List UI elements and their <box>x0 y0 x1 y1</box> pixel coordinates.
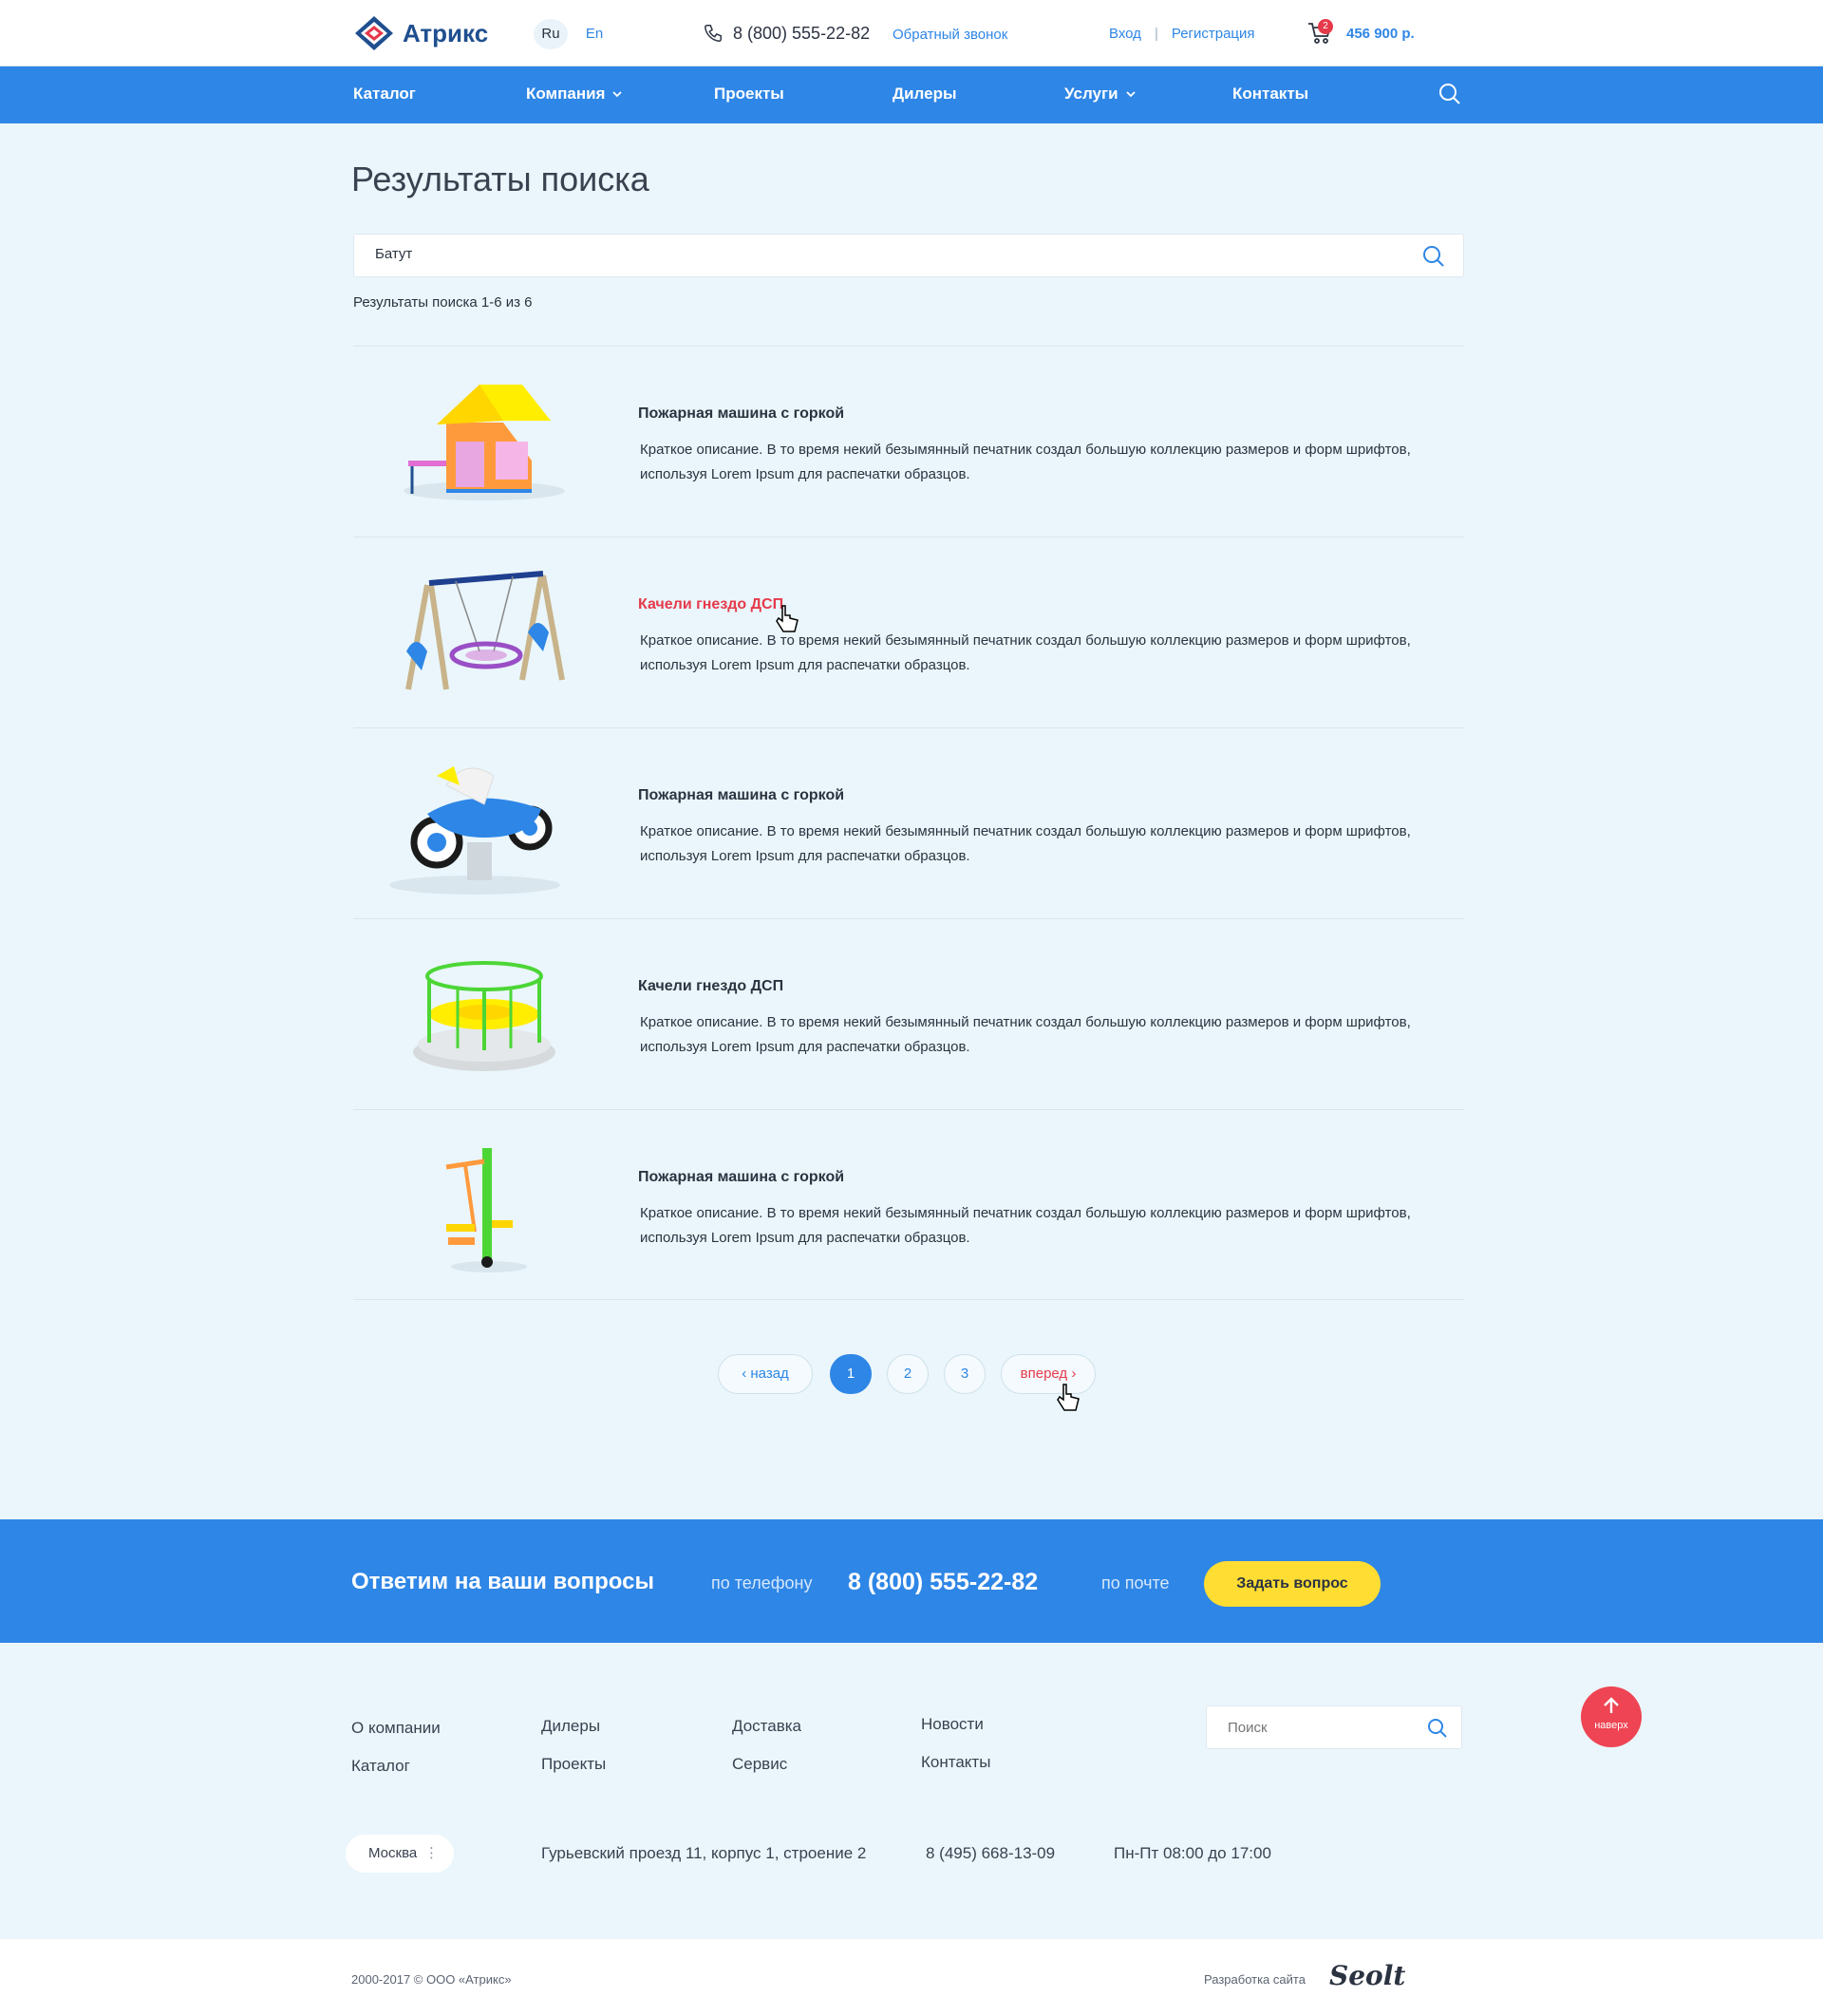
nest-swing-image[interactable] <box>389 556 579 708</box>
developer-label: Разработка сайта <box>1204 1972 1306 1987</box>
nav-item-label: Каталог <box>353 85 416 103</box>
footer-address: Гурьевский проезд 11, корпус 1, строение… <box>541 1844 867 1862</box>
result-title-link[interactable]: Пожарная машина с горкой <box>638 1169 844 1186</box>
spring-rocker-image[interactable] <box>389 747 579 899</box>
nav-item-contacts[interactable]: Контакты <box>1232 85 1308 104</box>
back-to-top-button[interactable]: наверх <box>1581 1686 1642 1747</box>
logo-mark <box>355 16 393 50</box>
result-description: Краткое описание. В то время некий безым… <box>640 1014 1411 1055</box>
footer-search-field[interactable] <box>1206 1705 1462 1749</box>
footer-link-dealers[interactable]: Дилеры <box>541 1717 600 1736</box>
cart-sum[interactable]: 456 900 р. <box>1346 26 1415 42</box>
city-label: Москва <box>368 1845 418 1861</box>
lang-en-button[interactable]: En <box>579 19 610 49</box>
pagination-page-3[interactable]: 3 <box>944 1354 986 1394</box>
main-nav: Каталог Компания Проекты Дилеры Услуги К… <box>0 66 1823 123</box>
bottom-bar <box>0 1939 1823 2016</box>
list-item: Качели гнездо ДСП Краткое описание. В то… <box>353 918 1464 1109</box>
footer-link-about[interactable]: О компании <box>351 1719 441 1738</box>
footer-hours: Пн-Пт 08:00 до 17:00 <box>1114 1844 1271 1862</box>
pointer-cursor-icon <box>776 605 799 632</box>
footer-link-contacts[interactable]: Контакты <box>921 1753 990 1772</box>
site-logo[interactable]: Атрикс <box>353 14 488 52</box>
cta-by-phone-label: по телефону <box>711 1573 813 1592</box>
nav-item-projects[interactable]: Проекты <box>714 85 784 104</box>
city-selector[interactable]: Москва ⋮ <box>346 1835 454 1873</box>
list-item: Пожарная машина с горкой Краткое описани… <box>353 727 1464 918</box>
chevron-down-icon <box>1125 91 1136 98</box>
search-icon[interactable] <box>1421 244 1446 269</box>
copyright: 2000-2017 © ООО «Атрикс» <box>351 1972 512 1987</box>
footer-link-catalog[interactable]: Каталог <box>351 1757 410 1776</box>
playhouse-image[interactable] <box>389 366 579 518</box>
result-description: Краткое описание. В то время некий безым… <box>640 1205 1411 1246</box>
cta-by-mail-label: по почте <box>1101 1573 1170 1592</box>
nav-item-company[interactable]: Компания <box>526 85 623 104</box>
chevron-down-icon <box>612 91 623 98</box>
search-field[interactable] <box>353 234 1464 277</box>
list-item: Пожарная машина с горкой Краткое описани… <box>353 1109 1464 1300</box>
footer-search-input[interactable] <box>1228 1720 1418 1736</box>
contact-cta-band: Ответим на ваши вопросы по телефону 8 (8… <box>0 1519 1823 1643</box>
logo-text: Атрикс <box>403 18 489 47</box>
more-icon: ⋮ <box>424 1845 439 1861</box>
nav-item-catalog[interactable]: Каталог <box>353 85 416 104</box>
register-link[interactable]: Регистрация <box>1172 26 1255 42</box>
footer-link-service[interactable]: Сервис <box>732 1755 787 1774</box>
pagination-next-button[interactable]: вперед › <box>1001 1354 1096 1394</box>
nav-item-label: Контакты <box>1232 85 1309 103</box>
cart-count-badge: 2 <box>1318 19 1333 34</box>
auth-separator: | <box>1154 26 1158 42</box>
arrow-up-icon <box>1604 1697 1619 1713</box>
results-list: Пожарная машина с горкой Краткое описани… <box>353 346 1464 1300</box>
callback-link[interactable]: Обратный звонок <box>893 27 1007 43</box>
footer-link-delivery[interactable]: Доставка <box>732 1717 801 1736</box>
phone-icon <box>705 25 722 42</box>
auth-links: Вход | Регистрация <box>1109 26 1255 42</box>
list-item: Качели гнездо ДСП Краткое описание. В то… <box>353 537 1464 727</box>
footer-phone[interactable]: 8 (495) 668-13-09 <box>926 1844 1055 1863</box>
nav-item-dealers[interactable]: Дилеры <box>893 85 957 104</box>
page-title: Результаты поиска <box>351 160 649 198</box>
login-link[interactable]: Вход <box>1109 26 1141 42</box>
cta-phone[interactable]: 8 (800) 555-22-82 <box>848 1569 1038 1596</box>
result-description: Краткое описание. В то время некий безым… <box>640 632 1411 673</box>
pointer-cursor-icon <box>1057 1384 1080 1411</box>
result-title-link[interactable]: Качели гнездо ДСП <box>638 596 783 613</box>
search-icon[interactable] <box>1427 1718 1448 1739</box>
header-phone-number: 8 (800) 555-22-82 <box>733 23 871 43</box>
exercise-machine-image[interactable] <box>389 1129 579 1281</box>
pagination-page-1[interactable]: 1 <box>830 1354 872 1394</box>
footer-link-projects[interactable]: Проекты <box>541 1755 606 1774</box>
nav-item-services[interactable]: Услуги <box>1064 85 1136 104</box>
pagination-page-2[interactable]: 2 <box>887 1354 929 1394</box>
result-description: Краткое описание. В то время некий безым… <box>640 442 1411 482</box>
nav-item-label: Услуги <box>1064 85 1118 103</box>
ask-question-button[interactable]: Задать вопрос <box>1204 1561 1381 1607</box>
back-to-top-label: наверх <box>1594 1720 1628 1731</box>
nav-item-label: Дилеры <box>893 85 957 103</box>
lang-ru-button[interactable]: Ru <box>534 19 568 49</box>
cta-title: Ответим на ваши вопросы <box>351 1569 654 1594</box>
list-item: Пожарная машина с горкой Краткое описани… <box>353 346 1464 537</box>
result-title-link[interactable]: Пожарная машина с горкой <box>638 405 844 423</box>
footer-link-news[interactable]: Новости <box>921 1715 984 1734</box>
developer-logo[interactable]: Seolt <box>1329 1960 1405 1991</box>
pagination-prev-button[interactable]: ‹ назад <box>718 1354 813 1394</box>
result-title-link[interactable]: Пожарная машина с горкой <box>638 787 844 804</box>
carousel-image[interactable] <box>389 938 579 1090</box>
result-description: Краткое описание. В то время некий безым… <box>640 823 1411 864</box>
nav-item-label: Проекты <box>714 85 784 103</box>
pagination: ‹ назад 1 2 3 вперед › <box>0 1354 1823 1411</box>
search-icon[interactable] <box>1438 82 1462 106</box>
search-input[interactable] <box>375 246 1381 262</box>
results-count: Результаты поиска 1-6 из 6 <box>353 294 533 311</box>
header-phone[interactable]: 8 (800) 555-22-82 <box>703 23 870 44</box>
result-title-link[interactable]: Качели гнездо ДСП <box>638 978 783 995</box>
nav-item-label: Компания <box>526 85 606 103</box>
